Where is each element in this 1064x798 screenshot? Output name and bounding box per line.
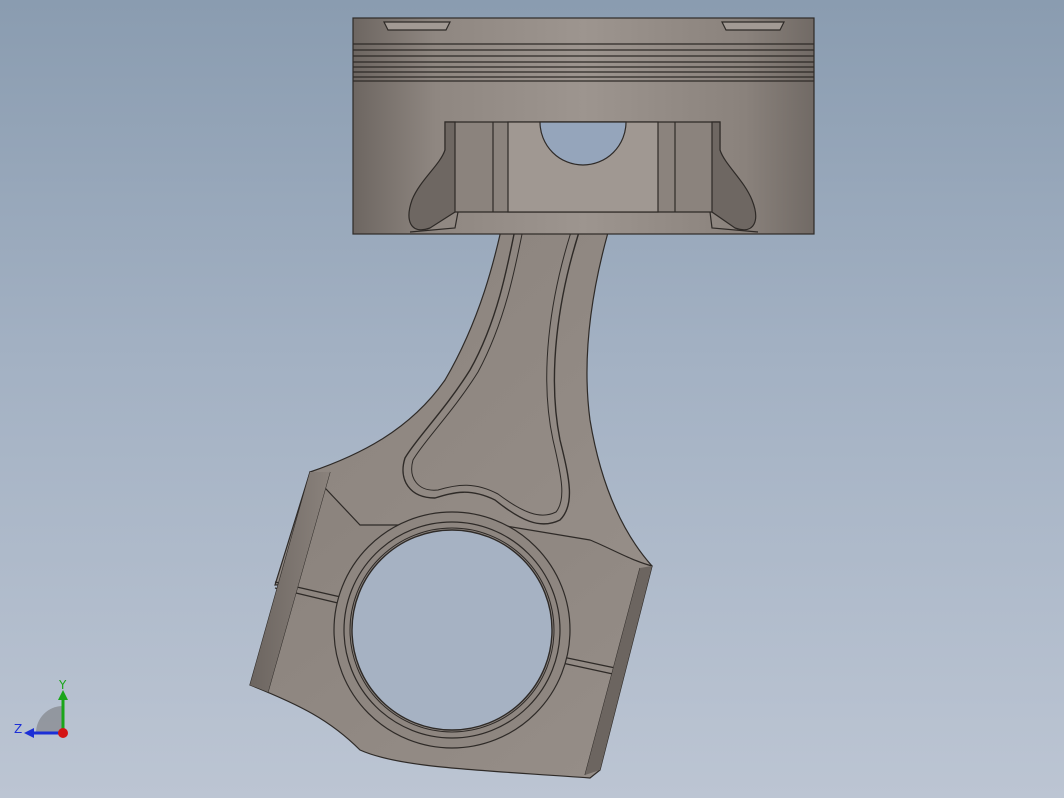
piston[interactable] — [352, 17, 815, 235]
z-axis-label: Z — [14, 722, 22, 736]
x-axis-dot — [58, 728, 68, 738]
y-axis-label: Y — [58, 678, 67, 692]
connecting-rod[interactable] — [249, 211, 653, 779]
view-orientation-triad[interactable]: Y Z — [8, 676, 78, 746]
crank-bore — [351, 529, 553, 731]
triad-sector — [36, 706, 63, 733]
graphics-viewport[interactable]: Y Z — [0, 0, 1064, 798]
3d-model-view[interactable] — [0, 0, 1064, 798]
z-axis-arrow — [24, 728, 34, 738]
